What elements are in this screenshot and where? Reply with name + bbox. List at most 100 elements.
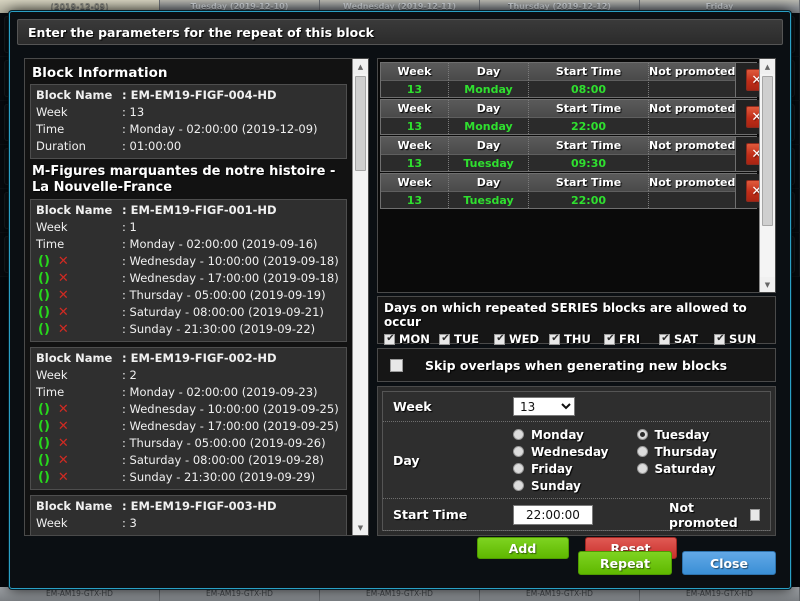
day-allowed-item[interactable]: TUE — [439, 332, 494, 346]
day-allowed-checkbox[interactable] — [714, 332, 726, 345]
series-block-card: Block Name: EM-EM19-FIGF-002-HD Week: 2 Ti… — [30, 347, 347, 490]
repeat-column-header: Not promoted — [649, 137, 736, 154]
repeat-button[interactable]: Repeat — [578, 551, 672, 575]
repeat-entry-header: Week Day Start Time Not promoted — [381, 63, 736, 80]
left-scroll-thumb[interactable] — [355, 76, 366, 171]
block-info-label: Block Name — [36, 88, 113, 102]
background-bottom-label: EM-AM19-GTX-HD — [640, 587, 800, 601]
delete-icon[interactable]: ✕ — [58, 304, 69, 321]
day-radio-item[interactable]: Wednesday — [513, 443, 637, 460]
start-time-input[interactable] — [513, 504, 593, 525]
repeat-icon[interactable]: () — [38, 270, 50, 287]
repeat-entry-values: 13 Monday 08:00 — [381, 80, 736, 97]
scroll-up-arrow-icon[interactable]: ▲ — [760, 59, 775, 74]
left-scroll-track[interactable] — [353, 74, 368, 520]
repeat-icon[interactable]: () — [38, 452, 50, 469]
delete-icon[interactable]: ✕ — [58, 452, 69, 469]
week-select[interactable]: 12345678910111213 — [513, 397, 575, 416]
repeat-cell — [649, 191, 736, 208]
add-button[interactable]: Add — [476, 537, 569, 559]
block-info-value: : 1 — [122, 220, 137, 234]
day-allowed-checkbox[interactable] — [439, 332, 451, 345]
day-radio-item[interactable]: Sunday — [513, 477, 637, 494]
start-time-field-label: Start Time — [393, 507, 468, 522]
block-info-row: Week: 3 — [31, 515, 346, 532]
delete-icon[interactable]: ✕ — [58, 401, 69, 418]
block-occurrence-row: () ✕: Wednesday - 17:00:00 (2019-09-18) — [31, 270, 346, 287]
repeat-cell — [649, 117, 736, 134]
scroll-up-arrow-icon[interactable]: ▲ — [353, 59, 368, 74]
day-radio-button[interactable] — [636, 429, 648, 440]
repeat-column-header: Start Time — [529, 100, 649, 117]
day-radio-button[interactable] — [636, 446, 648, 457]
day-allowed-item[interactable]: THU — [549, 332, 604, 346]
block-info-value: : EM-EM19-FIGF-004-HD — [122, 88, 277, 102]
scroll-down-arrow-icon[interactable]: ▼ — [353, 520, 368, 535]
repeat-scroll-track[interactable] — [760, 74, 775, 277]
day-radio-item[interactable]: Monday — [513, 426, 637, 443]
delete-icon[interactable]: ✕ — [58, 253, 69, 270]
delete-icon[interactable]: ✕ — [58, 469, 69, 486]
repeat-column-header: Week — [381, 63, 449, 80]
day-allowed-item[interactable]: SUN — [714, 332, 769, 346]
day-radio-item[interactable]: Friday — [513, 460, 637, 477]
day-allowed-checkbox[interactable] — [384, 332, 396, 345]
repeat-icon[interactable]: () — [38, 287, 50, 304]
day-radio-label: Tuesday — [654, 427, 710, 442]
day-radio-button[interactable] — [513, 446, 524, 457]
block-information-heading: Block Information — [32, 65, 168, 81]
repeat-entry-row: Week Day Start Time Not promoted 13 Tuesday 22… — [380, 173, 775, 209]
day-radio-button[interactable] — [636, 463, 648, 474]
repeat-column-header: Week — [381, 137, 449, 154]
repeat-icon[interactable]: () — [38, 418, 50, 435]
day-radio-item[interactable]: Thursday — [636, 443, 761, 460]
left-panel-scrollbar[interactable]: ▲ ▼ — [352, 59, 368, 535]
repeat-scroll-thumb[interactable] — [762, 76, 773, 226]
day-allowed-checkbox[interactable] — [494, 332, 506, 345]
repeat-table-scrollbar[interactable]: ▲ ▼ — [759, 59, 775, 292]
day-radio-item[interactable]: Saturday — [636, 460, 761, 477]
delete-icon[interactable]: ✕ — [58, 321, 69, 338]
scroll-down-arrow-icon[interactable]: ▼ — [760, 277, 775, 292]
repeat-icon[interactable]: () — [38, 304, 50, 321]
day-allowed-checkbox[interactable] — [604, 332, 616, 345]
day-radio-button[interactable] — [513, 429, 524, 440]
day-radio-item[interactable]: Tuesday — [636, 426, 761, 443]
day-allowed-label: TUE — [454, 332, 480, 346]
repeat-parameters-dialog: Enter the parameters for the repeat of t… — [9, 11, 791, 589]
repeat-cell: 09:30 — [529, 154, 649, 171]
block-info-row: Week: 2 — [31, 367, 346, 384]
block-info-label: Time — [36, 385, 65, 399]
day-allowed-item[interactable]: MON — [384, 332, 439, 346]
repeat-cell: 13 — [381, 117, 449, 134]
delete-icon[interactable]: ✕ — [58, 270, 69, 287]
day-allowed-item[interactable]: FRI — [604, 332, 659, 346]
day-allowed-item[interactable]: WED — [494, 332, 549, 346]
repeat-icon[interactable]: () — [38, 401, 50, 418]
close-button[interactable]: Close — [682, 551, 776, 575]
repeat-icon[interactable]: () — [38, 435, 50, 452]
repeat-icon[interactable]: () — [38, 253, 50, 270]
block-info-value: : 13 — [122, 105, 145, 119]
day-allowed-item[interactable]: SAT — [659, 332, 714, 346]
delete-icon[interactable]: ✕ — [58, 287, 69, 304]
repeat-icon[interactable]: () — [38, 469, 50, 486]
block-info-row: Time: Monday - 02:00:00 (2019-09-30) — [31, 532, 346, 535]
skip-overlaps-checkbox[interactable] — [390, 358, 403, 372]
delete-icon[interactable]: ✕ — [58, 418, 69, 435]
day-radio-button[interactable] — [513, 480, 524, 491]
block-info-value: : EM-EM19-FIGF-001-HD — [122, 203, 277, 217]
week-field-label: Week — [393, 399, 432, 414]
day-radio-column-1: Monday Wednesday Friday Sunday — [513, 426, 637, 494]
background-bottom-label: EM-AM19-GTX-HD — [320, 587, 480, 601]
day-allowed-checkbox[interactable] — [549, 332, 561, 345]
day-allowed-checkbox[interactable] — [659, 332, 671, 345]
new-repeat-form: Week 12345678910111213 Day Monday Wednesd… — [382, 391, 771, 559]
delete-icon[interactable]: ✕ — [58, 435, 69, 452]
repeat-icon[interactable]: () — [38, 321, 50, 338]
day-allowed-label: WED — [509, 332, 540, 346]
block-info-label: Block Name — [36, 499, 113, 513]
not-promoted-checkbox[interactable] — [749, 508, 760, 521]
day-radio-button[interactable] — [513, 463, 524, 474]
repeat-entry-values: 13 Tuesday 22:00 — [381, 191, 736, 208]
